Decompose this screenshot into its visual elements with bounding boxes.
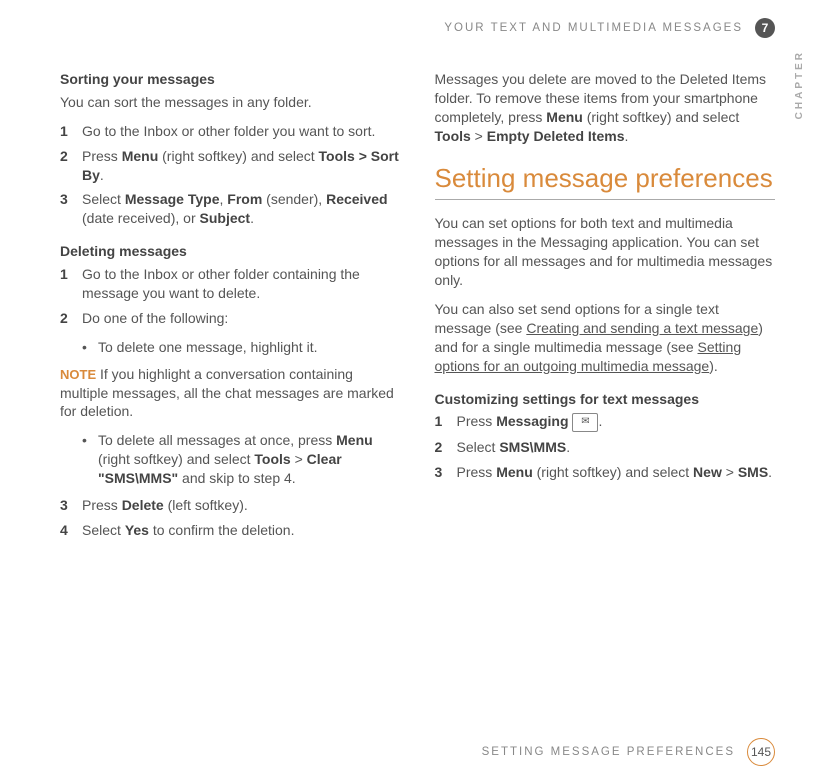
customizing-heading: Customizing settings for text messages (435, 390, 776, 409)
del-step-2: 2Do one of the following: (60, 309, 401, 328)
chapter-label-vertical: CHAPTER (794, 50, 805, 119)
deleting-steps-2: 3 Press Delete (left softkey). 4 Select … (60, 496, 401, 540)
prefs-para-2: You can also set send options for a sing… (435, 300, 776, 376)
right-column: Messages you delete are moved to the Del… (435, 70, 776, 550)
del-step-4: 4 Select Yes to confirm the deletion. (60, 521, 401, 540)
del-bullet-highlight: To delete one message, highlight it. (82, 338, 401, 357)
cust-step-2: 2 Select SMS\MMS. (435, 438, 776, 457)
xref-create-text[interactable]: Creating and sending a text message (526, 320, 758, 336)
del-bullet-clear: To delete all messages at once, press Me… (82, 431, 401, 488)
cust-step-3: 3 Press Menu (right softkey) and select … (435, 463, 776, 482)
deleting-steps-1: 1Go to the Inbox or other folder contain… (60, 265, 401, 328)
chapter-number-badge: 7 (755, 18, 775, 38)
sorting-heading: Sorting your messages (60, 70, 401, 89)
messaging-icon: ✉ (572, 413, 598, 432)
note-paragraph: NOTE If you highlight a conversation con… (60, 365, 401, 422)
sort-step-1: 1Go to the Inbox or other folder you wan… (60, 122, 401, 141)
cust-step-1: 1 Press Messaging ✉. (435, 412, 776, 432)
deleted-items-para: Messages you delete are moved to the Del… (435, 70, 776, 146)
page-footer: SETTING MESSAGE PREFERENCES 145 (482, 738, 775, 766)
customizing-steps: 1 Press Messaging ✉. 2 Select SMS\MMS. 3… (435, 412, 776, 482)
page-number-badge: 145 (747, 738, 775, 766)
deleting-heading: Deleting messages (60, 242, 401, 261)
del-bullets-2: To delete all messages at once, press Me… (60, 431, 401, 488)
sort-step-3: 3 Select Message Type, From (sender), Re… (60, 190, 401, 228)
page-header: YOUR TEXT AND MULTIMEDIA MESSAGES 7 (60, 18, 775, 38)
sort-step-2: 2 Press Menu (right softkey) and select … (60, 147, 401, 185)
section-rule (435, 199, 776, 200)
sorting-intro: You can sort the messages in any folder. (60, 93, 401, 112)
header-title: YOUR TEXT AND MULTIMEDIA MESSAGES (444, 22, 743, 34)
footer-title: SETTING MESSAGE PREFERENCES (482, 746, 735, 758)
note-label: NOTE (60, 367, 96, 382)
left-column: Sorting your messages You can sort the m… (60, 70, 401, 550)
prefs-para-1: You can set options for both text and mu… (435, 214, 776, 290)
del-step-3: 3 Press Delete (left softkey). (60, 496, 401, 515)
sorting-steps: 1Go to the Inbox or other folder you wan… (60, 122, 401, 228)
del-step-1: 1Go to the Inbox or other folder contain… (60, 265, 401, 303)
del-bullets-1: To delete one message, highlight it. (60, 338, 401, 357)
section-title: Setting message preferences (435, 164, 776, 194)
